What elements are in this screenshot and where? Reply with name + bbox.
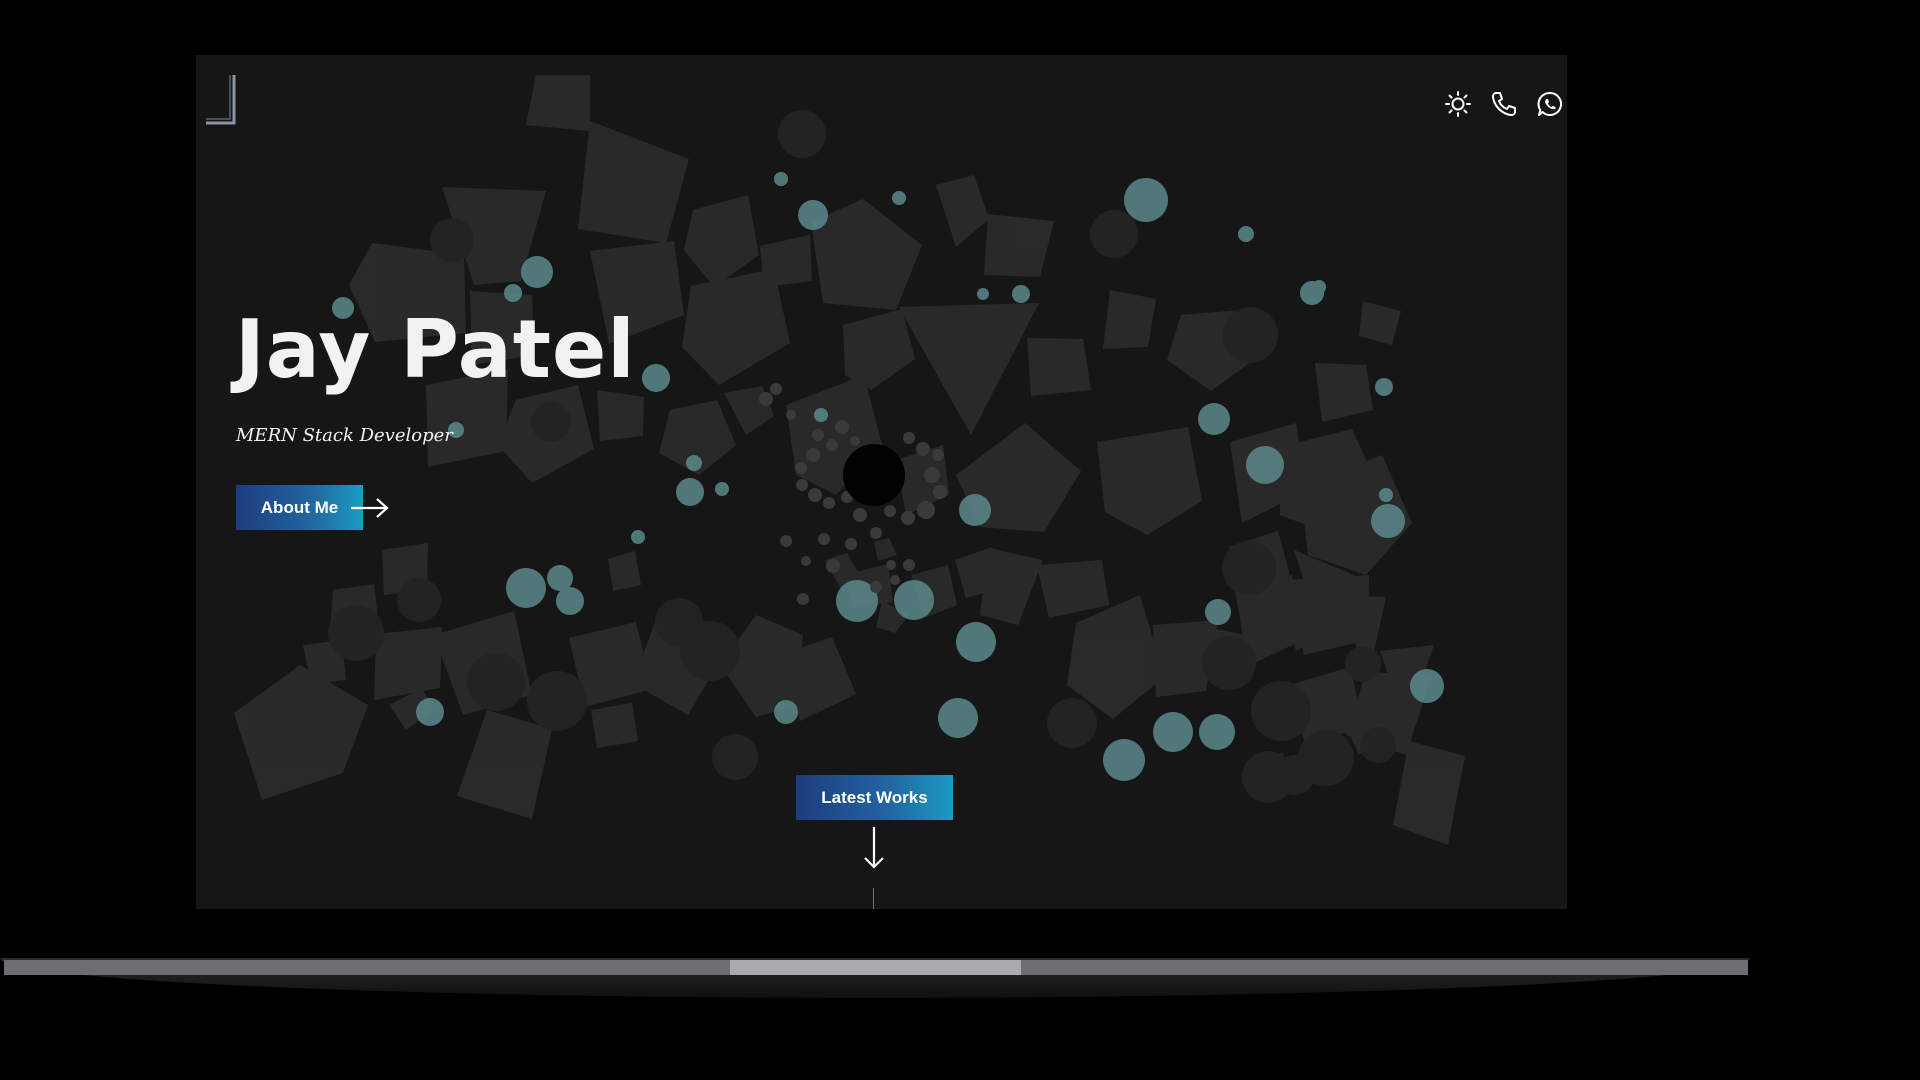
arrow-down-icon[interactable] [859, 825, 889, 871]
laptop-bezel-bottom [163, 930, 1590, 960]
latest-works-button[interactable]: Latest Works [796, 775, 953, 820]
latest-works-label: Latest Works [821, 787, 928, 807]
laptop-notch [730, 960, 1021, 975]
arrow-right-icon [351, 498, 389, 518]
browser-screen: Jay Patel MERN Stack Developer About Me … [196, 55, 1567, 909]
j-logo-icon[interactable] [204, 75, 240, 129]
hero-name: Jay Patel [235, 303, 636, 396]
about-me-label: About Me [260, 497, 339, 517]
phone-icon[interactable] [1487, 87, 1521, 121]
header-icons [1441, 87, 1567, 121]
hero-role: MERN Stack Developer [236, 425, 453, 446]
scroll-indicator-line [873, 888, 874, 909]
sun-icon[interactable] [1441, 87, 1475, 121]
whatsapp-icon[interactable] [1533, 87, 1567, 121]
about-me-button[interactable]: About Me [236, 485, 363, 530]
